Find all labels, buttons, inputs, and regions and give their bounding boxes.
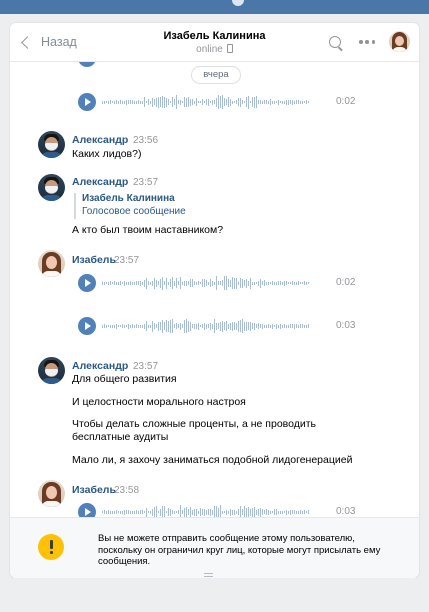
message-text: Мало ли, я захочу заниматься подобной ли… [72,454,353,466]
message-text: Чтобы делать сложные проценты, а не пров… [72,418,317,443]
peer-avatar[interactable] [389,31,410,52]
voice-message: 0:02 [78,274,358,292]
voice-duration: 0:02 [336,277,356,288]
date-divider: вчера [191,66,241,84]
play-icon[interactable] [78,274,96,292]
voice-duration: 0:02 [336,96,356,107]
message-text: Каких лидов?) [72,148,142,160]
voice-duration: 0:03 [336,506,356,517]
play-icon[interactable] [78,93,96,111]
message-author[interactable]: Изабель [72,484,116,496]
avatar[interactable] [38,480,65,507]
warning-icon [38,534,64,560]
more-dots-icon[interactable] [359,40,375,44]
message-time[interactable]: 23:56 [133,135,158,146]
avatar[interactable] [38,357,65,384]
waveform[interactable] [102,319,312,333]
notice-text: Вы не можете отправить сообщение этому п… [98,533,381,567]
message-text: Для общего развития [72,373,177,385]
top-navigation-bar [0,0,429,14]
notification-icon[interactable] [232,0,244,6]
quote-text: Голосовое сообщение [82,206,186,217]
chat-window: Назад Изабель Калинина online вчера 0:02… [10,23,419,578]
cannot-message-notice: Вы не можете отправить сообщение этому п… [10,517,419,578]
message-text: И целостности морального настроя [72,396,246,408]
forwarded-quote[interactable]: Изабель Калинина Голосовое сообщение [74,193,186,219]
voice-message: 0:02 [78,93,358,111]
message-author[interactable]: Александр [72,360,128,372]
waveform[interactable] [102,95,312,109]
message-time[interactable]: 23:58 [114,485,139,496]
message-time[interactable]: 23:57 [133,177,158,188]
peer-status-text: online [196,44,223,55]
message-author[interactable]: Александр [72,134,128,146]
message-text: А кто был твоим наставником? [72,224,224,236]
avatar[interactable] [38,131,65,158]
message-author[interactable]: Изабель [72,254,116,266]
avatar[interactable] [38,250,65,277]
message-time[interactable]: 23:57 [133,361,158,372]
resize-handle[interactable] [204,573,213,577]
message-time[interactable]: 23:57 [114,255,139,266]
phone-icon [226,44,233,53]
play-icon[interactable] [78,317,96,335]
quote-author: Изабель Калинина [82,193,175,204]
message-author[interactable]: Александр [72,176,128,188]
avatar[interactable] [38,174,65,201]
voice-duration: 0:03 [336,320,356,331]
waveform[interactable] [102,276,312,290]
peer-status: online [10,44,419,55]
search-icon[interactable] [329,36,341,48]
chat-header: Назад Изабель Калинина online [10,23,419,62]
peer-name[interactable]: Изабель Калинина [10,30,419,42]
voice-message: 0:03 [78,317,358,335]
page-background [0,573,429,612]
